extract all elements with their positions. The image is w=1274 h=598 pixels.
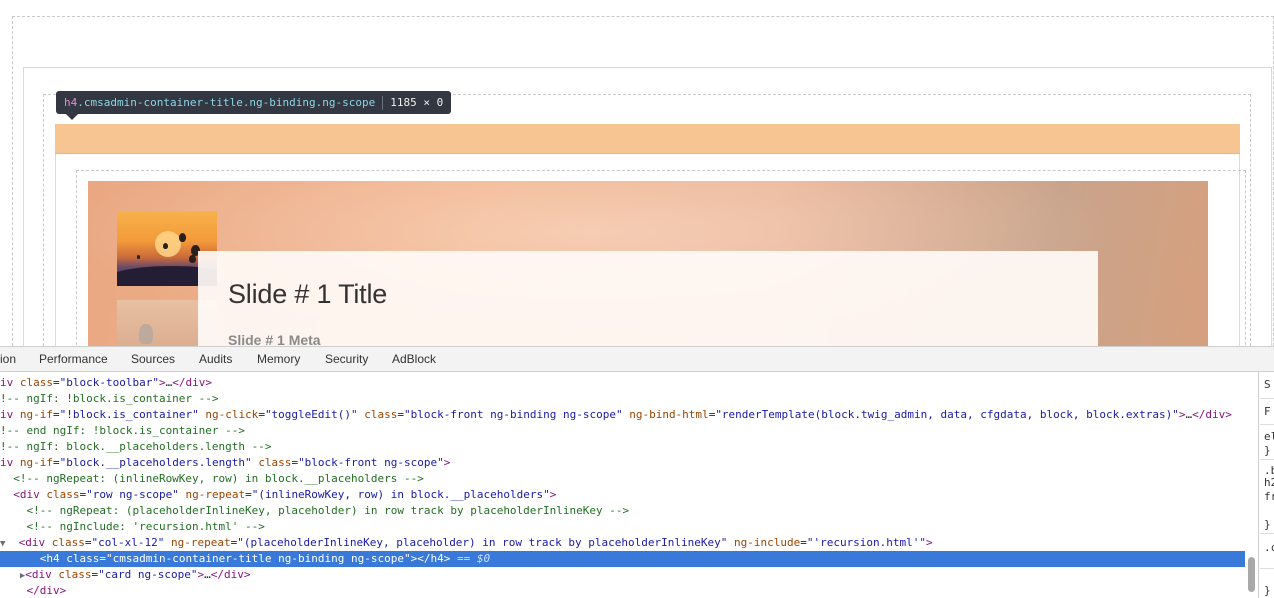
balloon-icon	[137, 255, 140, 259]
styles-fragment: fr	[1264, 490, 1274, 503]
styles-rule-divider	[1260, 398, 1274, 399]
tab-audits[interactable]: Audits	[199, 352, 232, 366]
devtools-tabbar: ion Performance Sources Audits Memory Se…	[0, 347, 1274, 372]
inspector-tooltip: h4.cmsadmin-container-title.ng-binding.n…	[56, 91, 452, 120]
styles-fragment: }	[1264, 444, 1271, 457]
tooltip-separator	[382, 96, 384, 110]
dom-tree-line[interactable]: !-- end ngIf: !block.is_container -->	[0, 423, 1245, 439]
dom-tree-line[interactable]: iv class="block-toolbar">…</div>	[0, 375, 1245, 391]
balloon-icon	[163, 243, 168, 249]
styles-fragment: h2	[1264, 476, 1274, 489]
slide-title: Slide # 1 Title	[228, 279, 388, 309]
tooltip-arrow	[65, 113, 79, 120]
tab-performance[interactable]: Performance	[39, 352, 108, 366]
styles-rule-divider	[1260, 424, 1274, 425]
dom-tree-line[interactable]: <div class="row ng-scope" ng-repeat="(in…	[0, 487, 1245, 503]
dom-tree-line[interactable]: <!-- ngRepeat: (placeholderInlineKey, pl…	[0, 503, 1245, 519]
tab-adblock[interactable]: AdBlock	[392, 352, 436, 366]
styles-fragment: .c	[1264, 541, 1274, 554]
dom-tree-line[interactable]: <!-- ngInclude: 'recursion.html' -->	[0, 519, 1245, 535]
selected-dom-node[interactable]: <h4 class="cmsadmin-container-title ng-b…	[0, 551, 1245, 567]
elements-scrollbar[interactable]	[1248, 557, 1255, 592]
dom-tree-line[interactable]: !-- ngIf: !block.is_container -->	[0, 391, 1245, 407]
styles-fragment: S	[1264, 378, 1271, 391]
devtools-panel: ion Performance Sources Audits Memory Se…	[0, 346, 1274, 598]
styles-fragment: }	[1264, 584, 1271, 597]
page-preview: Slide # 1 Title Slide # 1 Meta h4.cmsadm…	[0, 0, 1274, 346]
balloon-icon	[179, 233, 186, 242]
styles-rule-divider	[1260, 459, 1274, 460]
dom-tree-line[interactable]: ▼ <div class="col-xl-12" ng-repeat="(pla…	[0, 535, 1245, 551]
dom-tree-line[interactable]: </div>	[0, 583, 1245, 598]
dom-tree-line[interactable]: iv ng-if="block.__placeholders.length" c…	[0, 455, 1245, 471]
balloon-icon	[189, 255, 196, 263]
styles-rule-divider	[1260, 533, 1274, 534]
styles-rule-divider	[1260, 568, 1274, 569]
tab-application[interactable]: ion	[0, 352, 16, 366]
tab-security[interactable]: Security	[325, 352, 368, 366]
dom-tree-line[interactable]: !-- ngIf: block.__placeholders.length --…	[0, 439, 1245, 455]
slide-meta: Slide # 1 Meta	[228, 332, 321, 346]
styles-fragment: }	[1264, 518, 1271, 531]
inspected-element-highlight	[55, 124, 1240, 154]
dom-tree-line[interactable]: ▶<div class="card ng-scope">…</div>	[0, 567, 1245, 583]
tab-memory[interactable]: Memory	[257, 352, 300, 366]
tooltip-classes: .cmsadmin-container-title.ng-binding.ng-…	[77, 96, 376, 109]
tooltip-dimensions: 1185 × 0	[390, 96, 444, 109]
dom-tree-line[interactable]: <!-- ngRepeat: (inlineRowKey, row) in bl…	[0, 471, 1245, 487]
person-figure	[139, 324, 153, 344]
tooltip-tag: h4	[64, 96, 78, 109]
tab-sources[interactable]: Sources	[131, 352, 175, 366]
sun-shape	[155, 231, 181, 257]
dom-tree-line[interactable]: iv ng-if="!block.is_container" ng-click=…	[0, 407, 1245, 423]
styles-fragment: F	[1264, 405, 1271, 418]
styles-fragment: el	[1264, 430, 1274, 443]
elements-tree[interactable]: iv class="block-toolbar">…</div> !-- ngIf…	[0, 372, 1258, 598]
